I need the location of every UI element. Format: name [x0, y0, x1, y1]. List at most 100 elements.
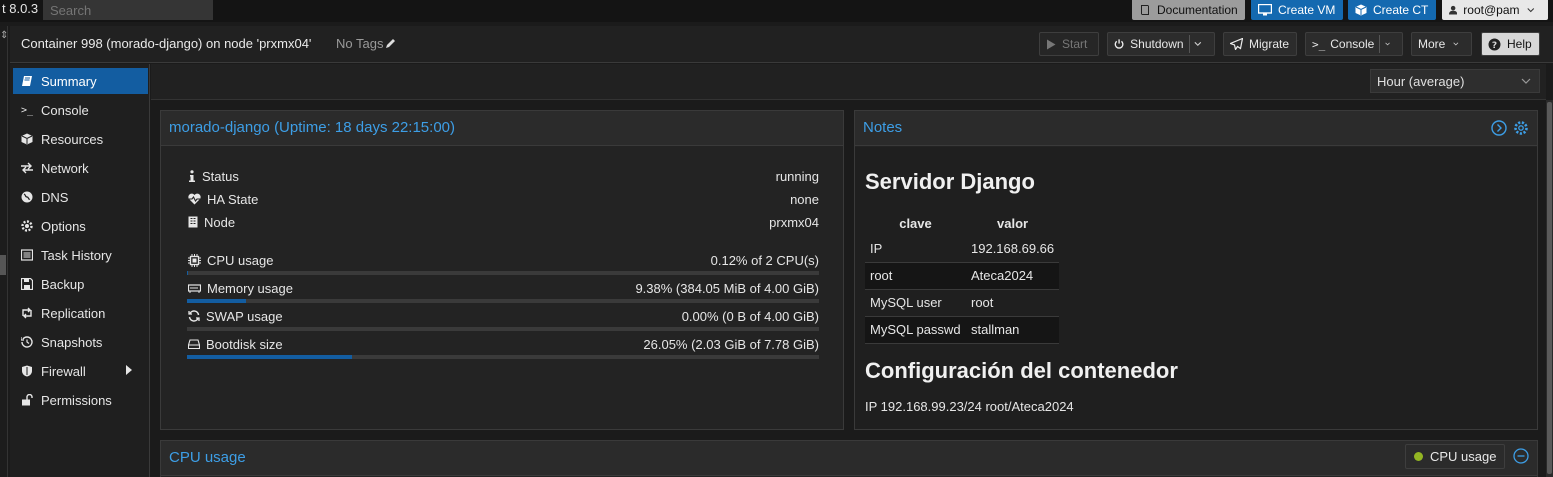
memory-usage-label: Memory usage	[207, 280, 293, 296]
start-button[interactable]: Start	[1039, 32, 1099, 56]
notes-content: Servidor Django clave valor IP 192.168.6…	[855, 147, 1537, 429]
sidebar-item-replication[interactable]: Replication	[13, 300, 148, 326]
memory-usage-bar	[187, 299, 819, 303]
play-icon	[1047, 39, 1056, 49]
table-row: IP 192.168.69.66	[865, 235, 1060, 263]
console-button[interactable]: >_ Console	[1305, 32, 1403, 56]
create-ct-label: Create CT	[1373, 3, 1429, 17]
sidebar-item-permissions[interactable]: Permissions	[13, 387, 148, 413]
more-button[interactable]: More	[1411, 32, 1472, 56]
table-cell: stallman	[966, 316, 1060, 344]
table-row: MySQL user root	[865, 289, 1060, 317]
list-icon	[21, 249, 33, 261]
power-icon	[1114, 39, 1124, 49]
retweet-icon	[22, 307, 32, 319]
notes-heading: Servidor Django	[865, 169, 1035, 194]
bootdisk-size-bar-fill	[187, 355, 352, 359]
shutdown-button[interactable]: Shutdown	[1107, 32, 1215, 56]
terminal-icon: >_	[21, 104, 34, 116]
sidebar: Summary >_ Console Resources Network DNS…	[10, 64, 150, 477]
sidebar-item-label: Resources	[41, 131, 104, 147]
help-button[interactable]: ? Help	[1481, 32, 1540, 56]
search-input[interactable]	[43, 0, 213, 20]
split-divider	[1188, 35, 1190, 53]
chevron-down-icon[interactable]	[1385, 41, 1390, 47]
sidebar-item-label: Firewall	[41, 363, 86, 379]
paper-plane-icon	[1230, 38, 1243, 50]
status-label: Status	[202, 168, 239, 184]
sidebar-item-dns[interactable]: DNS	[13, 184, 148, 210]
shield-icon	[22, 365, 32, 377]
tree-scroll-thumb[interactable]	[0, 255, 6, 275]
sidebar-item-firewall[interactable]: Firewall	[13, 358, 148, 384]
tags-label: No Tags	[336, 36, 384, 51]
globe-icon	[21, 191, 33, 203]
status-panel: morado-django (Uptime: 18 days 22:15:00)…	[160, 110, 844, 430]
cpu-usage-label: CPU usage	[207, 252, 274, 268]
question-circle-icon: ?	[1488, 38, 1501, 51]
create-vm-button[interactable]: Create VM	[1251, 0, 1343, 20]
sidebar-item-snapshots[interactable]: Snapshots	[13, 329, 148, 355]
main-scrollbar-thumb[interactable]	[1547, 102, 1552, 474]
book-icon	[1141, 5, 1149, 15]
sidebar-item-backup[interactable]: Backup	[13, 271, 148, 297]
floppy-icon	[21, 278, 33, 290]
node-value: prxmx04	[769, 214, 819, 230]
sidebar-item-label: Replication	[41, 305, 106, 321]
notes-panel: Notes Servidor Django clave valor IP 192…	[854, 110, 1538, 430]
table-cell: root	[865, 262, 966, 290]
create-ct-button[interactable]: Create CT	[1348, 0, 1436, 20]
documentation-label: Documentation	[1157, 3, 1238, 17]
gear-icon[interactable]	[1513, 120, 1529, 136]
terminal-icon: >_	[1312, 37, 1326, 51]
cpu-usage-value: 0.12% of 2 CPU(s)	[710, 252, 819, 268]
migrate-button[interactable]: Migrate	[1223, 32, 1297, 56]
sidebar-item-summary[interactable]: Summary	[13, 68, 148, 94]
legend-label: CPU usage	[1430, 449, 1497, 464]
info-icon	[189, 170, 195, 182]
cpu-usage-bar-fill	[187, 271, 188, 275]
bootdisk-size-bar	[187, 355, 819, 359]
table-header: clave	[899, 215, 932, 231]
sidebar-item-options[interactable]: Options	[13, 213, 148, 239]
chevron-down-icon[interactable]	[1194, 41, 1202, 47]
table-cell: 192.168.69.66	[966, 235, 1060, 263]
memory-usage-value: 9.38% (384.05 MiB of 4.00 GiB)	[635, 280, 819, 296]
documentation-button[interactable]: Documentation	[1132, 0, 1245, 20]
tags-editor[interactable]: No Tags	[336, 36, 396, 51]
cpu-usage-panel: CPU usage	[160, 440, 1538, 477]
sidebar-item-network[interactable]: Network	[13, 155, 148, 181]
timeframe-select[interactable]: Hour (average)	[1370, 69, 1540, 93]
more-circle-icon[interactable]	[1513, 448, 1529, 464]
timeframe-value: Hour (average)	[1377, 73, 1465, 89]
cube-icon	[1355, 4, 1367, 16]
refresh-icon	[188, 310, 200, 322]
sidebar-item-task-history[interactable]: Task History	[13, 242, 148, 268]
caret-right-icon[interactable]	[126, 365, 132, 375]
chevron-down-icon	[1453, 42, 1459, 46]
table-cell: MySQL passwd	[865, 316, 966, 344]
ha-state-row: HA State none	[188, 189, 819, 209]
sidebar-item-label: Console	[41, 102, 89, 118]
sidebar-item-console[interactable]: >_ Console	[13, 97, 148, 123]
chevron-circle-right-icon[interactable]	[1491, 120, 1507, 136]
memory-usage-row: Memory usage 9.38% (384.05 MiB of 4.00 G…	[188, 278, 819, 298]
node-label: Node	[204, 214, 236, 230]
legend-dot	[1414, 452, 1423, 461]
table-row: MySQL passwd stallman	[865, 316, 1060, 344]
memory-usage-bar-fill	[187, 299, 247, 303]
status-row: Status running	[188, 166, 819, 186]
gear-icon	[21, 220, 33, 232]
pencil-icon[interactable]	[385, 38, 396, 49]
collapse-icon[interactable]: ⇕	[0, 30, 8, 46]
user-menu-button[interactable]: root@pam	[1442, 0, 1548, 20]
history-icon	[21, 336, 33, 348]
cpu-usage-bar	[187, 271, 819, 275]
cpu-usage-legend-toggle[interactable]: CPU usage	[1405, 444, 1505, 469]
ha-state-label: HA State	[207, 191, 259, 207]
credentials-table: clave valor IP 192.168.69.66 root Ateca2…	[865, 211, 1060, 344]
resource-tree-edge[interactable]	[0, 26, 8, 477]
notes-text-line: IP 192.168.99.23/24 root/Ateca2024	[865, 399, 1074, 414]
sidebar-item-resources[interactable]: Resources	[13, 126, 148, 152]
swap-usage-row: SWAP usage 0.00% (0 B of 4.00 GiB)	[188, 306, 819, 326]
